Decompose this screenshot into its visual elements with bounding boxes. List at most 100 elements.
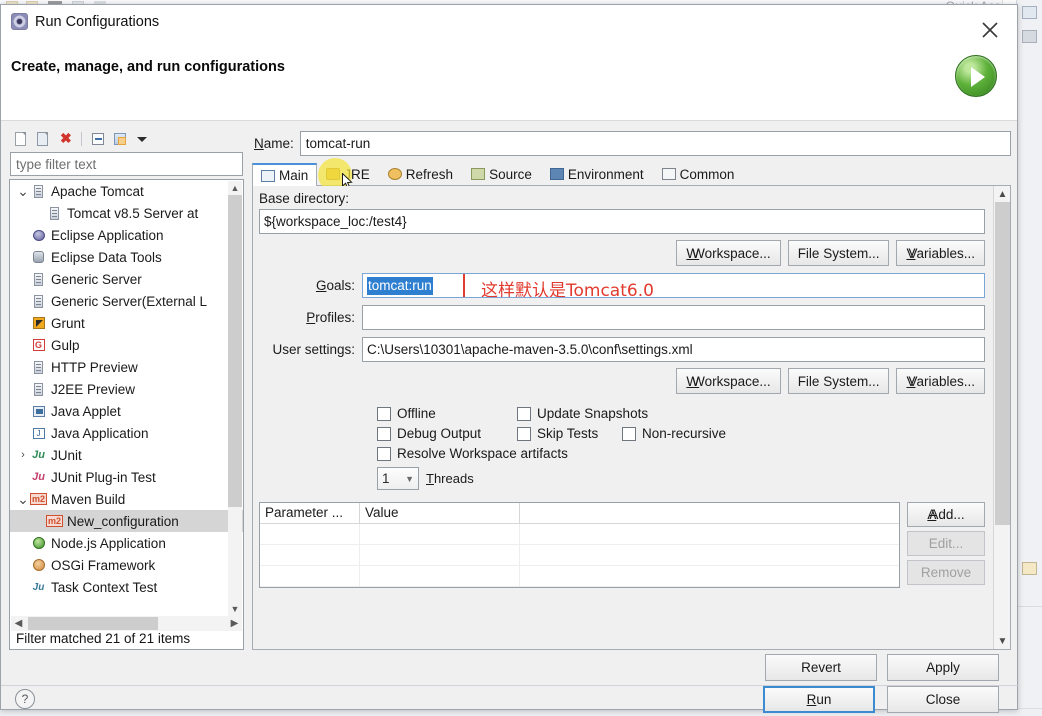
tree-item-junit-plug-in-test[interactable]: Ju JUnit Plug-in Test: [10, 466, 243, 488]
tree-item-maven-build[interactable]: ⌄ m2 Maven Build: [10, 488, 243, 510]
tree-scroll-down-icon[interactable]: ▼: [228, 602, 242, 616]
parameters-column-value[interactable]: Value: [360, 503, 520, 523]
tree-item-generic-server[interactable]: Generic Server: [10, 268, 243, 290]
tab-jre[interactable]: JRE: [317, 162, 379, 185]
tree-item-osgi-framework[interactable]: OSGi Framework: [10, 554, 243, 576]
main-tab-icon: [261, 169, 275, 182]
tab-common[interactable]: Common: [653, 162, 744, 185]
profiles-row: Profiles:: [259, 305, 985, 330]
base-directory-input[interactable]: ${workspace_loc:/test4}: [259, 209, 985, 234]
tree-item-j2ee-preview[interactable]: J2EE Preview: [10, 378, 243, 400]
filter-status-label: Filter matched 21 of 21 items: [10, 631, 243, 649]
bug-icon[interactable]: [1022, 30, 1037, 43]
parameters-table[interactable]: Parameter ... Value: [259, 502, 900, 588]
workspace-button-top[interactable]: W Workspace...: [676, 240, 781, 266]
tree-item-tomcat-v8-5-server-at[interactable]: Tomcat v8.5 Server at: [10, 202, 243, 224]
new-configuration-button[interactable]: [12, 130, 30, 148]
content-scroll-down-icon[interactable]: ▼: [995, 633, 1010, 649]
workspace-button-top-label: Workspace...: [692, 245, 771, 261]
tree-item-apache-tomcat[interactable]: ⌄ Apache Tomcat: [10, 180, 243, 202]
checkbox-debug-output[interactable]: Debug Output: [377, 426, 517, 441]
table-row[interactable]: [260, 566, 899, 587]
file-system-button-top[interactable]: File System...: [787, 240, 890, 266]
table-row[interactable]: [260, 545, 899, 566]
goals-value: tomcat:run: [367, 276, 433, 295]
name-input[interactable]: tomcat-run: [299, 131, 1011, 156]
tree-item-grunt[interactable]: Grunt: [10, 312, 243, 334]
tree-item-label: Task Context Test: [51, 579, 158, 595]
base-directory-value: ${workspace_loc:/test4}: [264, 214, 407, 229]
tree-item-java-applet[interactable]: Java Applet: [10, 400, 243, 422]
server-icon: [46, 206, 63, 220]
help-icon[interactable]: ?: [15, 689, 35, 709]
tree-item-gulp[interactable]: G Gulp: [10, 334, 243, 356]
user-settings-row: User settings: C:\Users\10301\apache-mav…: [259, 337, 985, 362]
tab-environment[interactable]: Environment: [541, 162, 653, 185]
filter-input[interactable]: type filter text: [10, 152, 243, 176]
variables-button-bottom[interactable]: V Variables...: [896, 368, 985, 394]
variables-button-top[interactable]: V Variables...: [896, 240, 985, 266]
configuration-editor-pane: Name: tomcat-run Main JRE Refresh Source…: [252, 128, 1011, 650]
checkbox-offline[interactable]: Offline: [377, 406, 517, 421]
close-button[interactable]: Close: [887, 685, 999, 713]
goals-input[interactable]: tomcat:run 这样默认是Tomcat6.0: [362, 273, 985, 298]
add-parameter-button[interactable]: A Add...: [907, 502, 985, 527]
user-settings-input[interactable]: C:\Users\10301\apache-maven-3.5.0\conf\s…: [362, 337, 985, 362]
collapse-all-icon: [92, 133, 104, 145]
grunt-icon: [30, 317, 47, 329]
tree-item-new-configuration[interactable]: m2 New_configuration: [10, 510, 243, 532]
collapse-all-button[interactable]: [89, 130, 107, 148]
chevron-right-icon[interactable]: ›: [16, 449, 30, 461]
file-system-button-bottom[interactable]: File System...: [787, 368, 890, 394]
folder-icon[interactable]: [1022, 562, 1037, 575]
tab-main[interactable]: Main: [252, 163, 318, 186]
tree-vertical-scrollbar[interactable]: ▲ ▼: [228, 181, 242, 616]
chevron-down-icon[interactable]: ⌄: [16, 492, 30, 506]
file-system-button-bottom-label: File System...: [797, 373, 880, 389]
tab-source[interactable]: Source: [462, 162, 541, 185]
run-configurations-dialog: Run Configurations Create, manage, and r…: [0, 4, 1019, 713]
run-button[interactable]: Run: [763, 685, 875, 713]
content-scroll-thumb[interactable]: [995, 202, 1010, 525]
tree-hscroll-thumb[interactable]: [28, 617, 158, 630]
threads-dropdown[interactable]: 1 ▼: [377, 467, 419, 490]
tree-item-eclipse-data-tools[interactable]: Eclipse Data Tools: [10, 246, 243, 268]
tree-item-label: Generic Server: [51, 271, 142, 287]
revert-button[interactable]: Revert: [765, 654, 877, 681]
tree-scroll-thumb[interactable]: [228, 195, 242, 507]
chevron-down-icon[interactable]: ⌄: [16, 184, 30, 198]
tree-item-generic-server-external-l[interactable]: Generic Server(External L: [10, 290, 243, 312]
apply-button[interactable]: Apply: [887, 654, 999, 681]
workspace-button-bottom[interactable]: W Workspace...: [676, 368, 781, 394]
tab-environment-label: Environment: [567, 166, 644, 182]
tree-item-http-preview[interactable]: HTTP Preview: [10, 356, 243, 378]
checkbox-non-recursive[interactable]: Non-recursive: [622, 426, 726, 441]
profiles-input[interactable]: [362, 305, 985, 330]
delete-configuration-button[interactable]: ✖: [56, 130, 74, 148]
duplicate-configuration-button[interactable]: [34, 130, 52, 148]
tree-horizontal-scrollbar[interactable]: ◀ ▶: [11, 616, 242, 631]
content-scroll-up-icon[interactable]: ▲: [995, 186, 1010, 202]
tab-refresh[interactable]: Refresh: [379, 162, 462, 185]
variables-button-bottom-label: Variables...: [908, 373, 975, 389]
tree-item-junit[interactable]: › Ju JUnit: [10, 444, 243, 466]
tree-item-eclipse-application[interactable]: Eclipse Application: [10, 224, 243, 246]
tree-item-node-js-application[interactable]: Node.js Application: [10, 532, 243, 554]
close-icon[interactable]: [977, 17, 1003, 43]
table-row[interactable]: [260, 524, 899, 545]
checkbox-skip-tests[interactable]: Skip Tests: [517, 426, 622, 441]
grid-icon[interactable]: [1022, 6, 1037, 19]
view-menu-button[interactable]: [133, 130, 151, 148]
configurations-tree[interactable]: ⌄ Apache Tomcat Tomcat v8.5 Server at Eclip…: [9, 179, 244, 650]
checkbox-resolve-workspace-artifacts[interactable]: Resolve Workspace artifacts: [377, 446, 568, 461]
tree-item-task-context-test[interactable]: Ju Task Context Test: [10, 576, 243, 598]
link-with-editor-button[interactable]: [111, 130, 129, 148]
tree-scroll-right-icon[interactable]: ▶: [227, 616, 242, 631]
revert-apply-row: Revert Apply: [1, 650, 1019, 686]
main-tab-vertical-scrollbar[interactable]: ▲ ▼: [993, 186, 1010, 649]
tree-scroll-up-icon[interactable]: ▲: [228, 181, 242, 195]
checkbox-update-snapshots[interactable]: Update Snapshots: [517, 406, 648, 421]
parameters-column-name[interactable]: Parameter ...: [260, 503, 360, 523]
tree-scroll-left-icon[interactable]: ◀: [11, 616, 26, 631]
tree-item-java-application[interactable]: J Java Application: [10, 422, 243, 444]
